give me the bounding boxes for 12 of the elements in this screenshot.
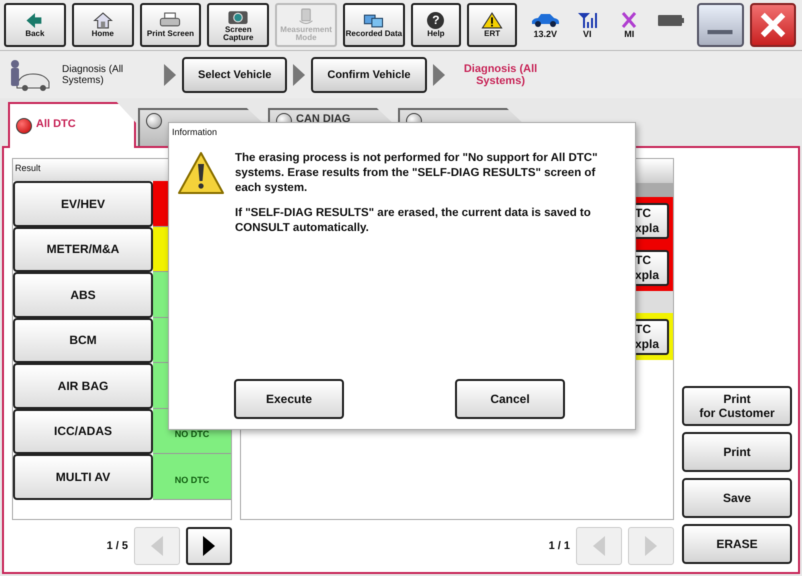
- vi-label: VI: [582, 29, 592, 39]
- current-step-label: Diagnosis (All Systems): [462, 62, 538, 86]
- page-indicator: 1 / 1: [548, 540, 570, 552]
- dialog-message: The erasing process is not performed for "No support for All DTC" systems. Erase results from the "SELF-DIAG RESULTS" screen of each system.: [235, 151, 599, 196]
- status-cell: NO DTC: [153, 454, 231, 500]
- mi-label: MI: [624, 29, 634, 39]
- breadcrumb-label: Diagnosis (All Systems): [62, 64, 124, 86]
- dialog-message: If "SELF-DIAG RESULTS" are erased, the current data is saved to CONSULT automatically.: [235, 206, 592, 236]
- voltage-label: 13.2V: [533, 29, 558, 39]
- help-icon: ?: [427, 12, 444, 29]
- page-indicator: 1 / 5: [106, 540, 128, 552]
- dialog-title: Information: [171, 126, 218, 139]
